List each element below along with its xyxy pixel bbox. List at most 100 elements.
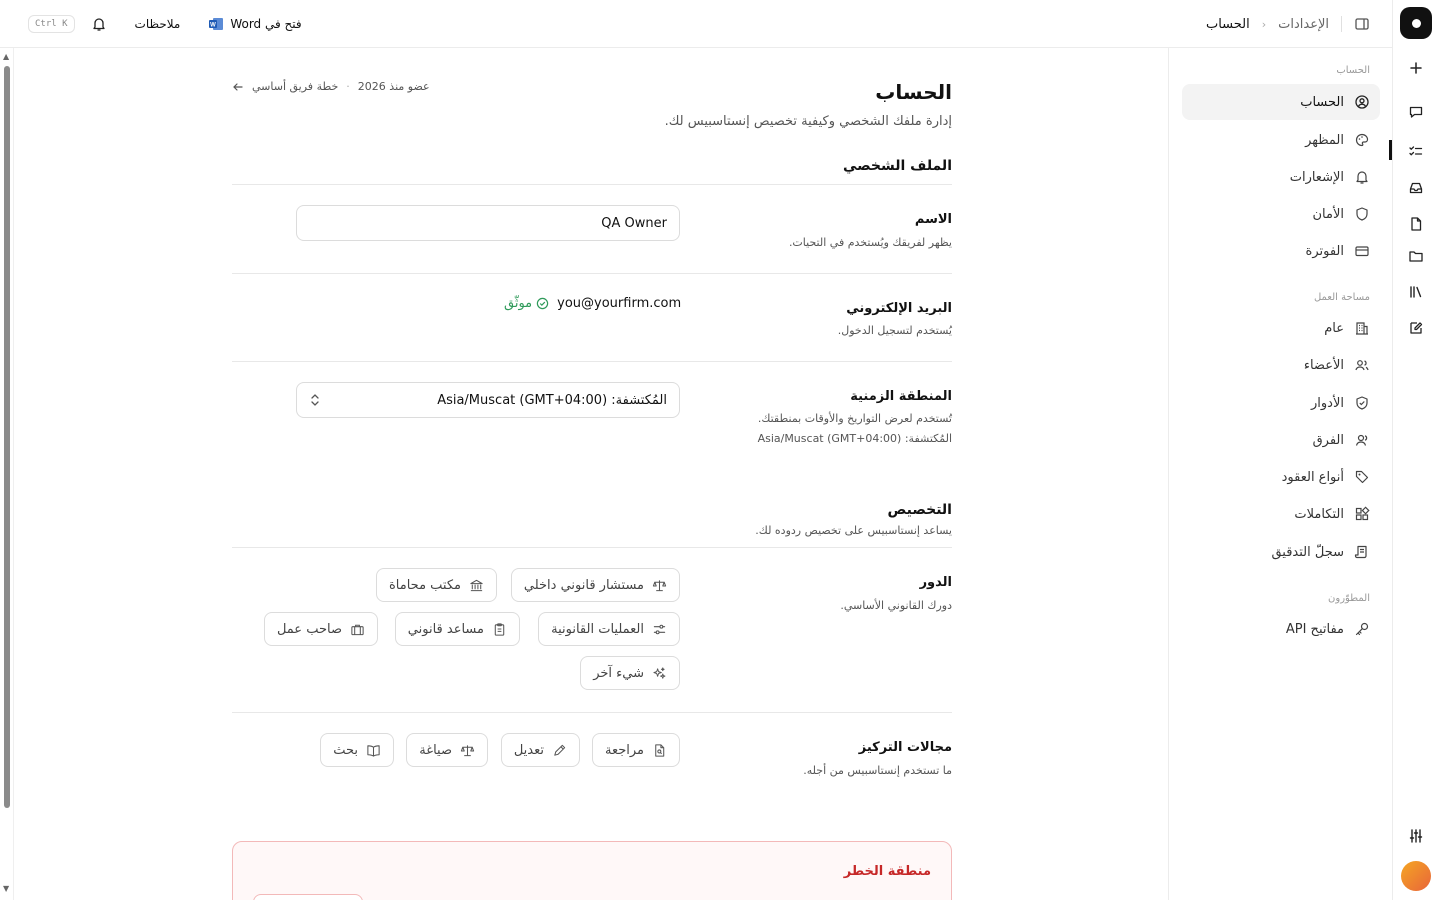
sidebar-item-members[interactable]: الأعضاء [1182, 347, 1380, 383]
sidebar-item-label: الأمان [1312, 206, 1345, 222]
folder-icon [1409, 251, 1423, 262]
sidebar-item-security[interactable]: الأمان [1182, 196, 1380, 232]
scale-icon [652, 579, 667, 591]
focus-chip-review[interactable]: مراجعة [591, 733, 680, 767]
inbox-icon [1409, 182, 1423, 194]
library-icon [1410, 286, 1422, 298]
tasks-button[interactable] [1400, 136, 1432, 168]
documents-button[interactable] [1400, 208, 1432, 240]
name-help: يظهر لفريقك ويُستخدم في التحيات. [788, 236, 952, 249]
puzzle-icon [1355, 506, 1370, 521]
active-indicator [1389, 140, 1392, 160]
credit-card-icon [1355, 246, 1369, 257]
arrow-left-icon[interactable] [232, 81, 244, 93]
role-chip-paralegal[interactable]: مساعد قانوني [394, 612, 520, 646]
sidebar-section-account: الحساب [1336, 65, 1370, 76]
sidebar-item-label: سجلّ التدقيق [1271, 544, 1344, 560]
settings-button[interactable] [1400, 820, 1432, 852]
focus-chip-drafting[interactable]: صياغة [406, 733, 488, 767]
sidebar-item-label: الأدوار [1311, 395, 1344, 411]
notes-button[interactable] [1400, 312, 1432, 344]
open-in-word-button[interactable]: فتح في Word W [208, 17, 302, 31]
danger-action-button[interactable] [253, 894, 363, 900]
shield-icon [1356, 207, 1368, 221]
sidebar-item-api-keys[interactable]: مفاتيح API [1182, 611, 1380, 647]
edit-note-icon [1410, 322, 1423, 334]
sidebar-item-contract-types[interactable]: أنواع العقود [1182, 459, 1380, 495]
palette-icon [1355, 133, 1369, 147]
file-icon [1411, 217, 1422, 231]
verified-badge: موثّق [504, 296, 549, 311]
chip-label: مستشار قانوني داخلي [523, 577, 644, 593]
sidebar-item-account[interactable]: الحساب [1182, 84, 1380, 120]
sidebar-item-notifications[interactable]: الإشعارات [1182, 159, 1380, 195]
divider [232, 712, 952, 713]
role-chip-in-house-counsel[interactable]: مستشار قانوني داخلي [510, 568, 680, 602]
library-button[interactable] [1400, 276, 1432, 308]
open-in-word-label: فتح في Word [230, 17, 302, 31]
file-search-icon [655, 743, 665, 757]
search-shortcut[interactable]: Ctrl K [28, 15, 75, 33]
sidebar-item-label: أنواع العقود [1281, 469, 1344, 485]
sidebar-item-teams[interactable]: الفرق [1182, 422, 1380, 458]
app-rail [1392, 0, 1440, 900]
danger-zone-title: منطقة الخطر [843, 864, 931, 879]
name-input[interactable]: QA Owner [296, 205, 680, 241]
sidebar-item-roles[interactable]: الأدوار [1182, 385, 1380, 421]
sidebar-item-integrations[interactable]: التكاملات [1182, 496, 1380, 532]
app-logo[interactable] [1400, 7, 1432, 39]
chip-label: بحث [333, 742, 358, 758]
chats-button[interactable] [1400, 96, 1432, 128]
name-label: الاسم [914, 212, 952, 227]
folders-button[interactable] [1400, 240, 1432, 272]
chip-label: شيء آخر [593, 665, 644, 681]
timezone-value: المُكتشفة: (GMT+04:00) Asia/Muscat [437, 392, 667, 408]
word-icon: W [209, 18, 224, 30]
breadcrumb-settings[interactable]: الإعدادات [1278, 17, 1329, 32]
timezone-select[interactable]: المُكتشفة: (GMT+04:00) Asia/Muscat [296, 382, 680, 418]
sidebar-item-label: الفرق [1312, 432, 1344, 448]
role-chip-other[interactable]: شيء آخر [580, 656, 680, 690]
personalization-desc: يساعد إنستاسبيس على تخصيص ردوده لك. [755, 524, 952, 537]
sidebar-item-label: الأعضاء [1303, 357, 1344, 373]
focus-chip-research[interactable]: بحث [320, 733, 394, 767]
scroll-down-icon[interactable]: ▼ [3, 884, 9, 893]
briefcase-icon [351, 624, 364, 635]
page-title: الحساب [875, 80, 952, 104]
notifications-button[interactable] [91, 16, 107, 32]
chip-label: مساعد قانوني [407, 621, 484, 637]
building-icon [1356, 322, 1368, 335]
role-chip-business-owner[interactable]: صاحب عمل [263, 612, 378, 646]
sidebar-item-label: المظهر [1305, 132, 1344, 148]
focus-chip-edit[interactable]: تعديل [500, 733, 580, 767]
sidebar-item-label: عام [1324, 320, 1344, 336]
clipboard-icon [494, 622, 505, 636]
role-chip-law-firm[interactable]: مكتب محاماة [375, 568, 497, 602]
member-meta: عضو منذ 2026 · خطة فريق أساسي [232, 80, 430, 93]
name-value: QA Owner [601, 215, 667, 231]
scroll-up-icon[interactable]: ▲ [3, 52, 9, 61]
sidebar-item-audit-log[interactable]: سجلّ التدقيق [1182, 534, 1380, 570]
role-chip-legal-operations[interactable]: العمليات القانونية [538, 612, 680, 646]
profile-section-title: الملف الشخصي [842, 158, 952, 174]
sidebar-item-appearance[interactable]: المظهر [1182, 122, 1380, 158]
plan-label[interactable]: خطة فريق أساسي [252, 80, 338, 93]
notes-toggle-button[interactable]: ملاحظات [135, 17, 181, 31]
sidebar-item-general[interactable]: عام [1182, 310, 1380, 346]
new-chat-button[interactable] [1400, 52, 1432, 84]
divider [232, 184, 952, 185]
role-label: الدور [919, 575, 952, 590]
danger-zone: منطقة الخطر [232, 841, 952, 900]
member-since: عضو منذ 2026 [357, 80, 430, 93]
inbox-button[interactable] [1400, 172, 1432, 204]
verified-label: موثّق [504, 296, 533, 311]
sidebar-item-billing[interactable]: الفوترة [1182, 233, 1380, 269]
scroll-thumb[interactable] [4, 66, 10, 808]
user-avatar[interactable] [1401, 861, 1431, 891]
sidebar-toggle-icon[interactable] [1354, 16, 1370, 32]
divider [232, 273, 952, 274]
email-value: you@yourfirm.com [557, 296, 682, 311]
account-settings: الحساب إدارة ملفك الشخصي وكيفية تخصيص إن… [232, 48, 952, 900]
notes-label: ملاحظات [134, 17, 181, 31]
scrollbar[interactable]: ▲ ▼ [0, 48, 14, 900]
